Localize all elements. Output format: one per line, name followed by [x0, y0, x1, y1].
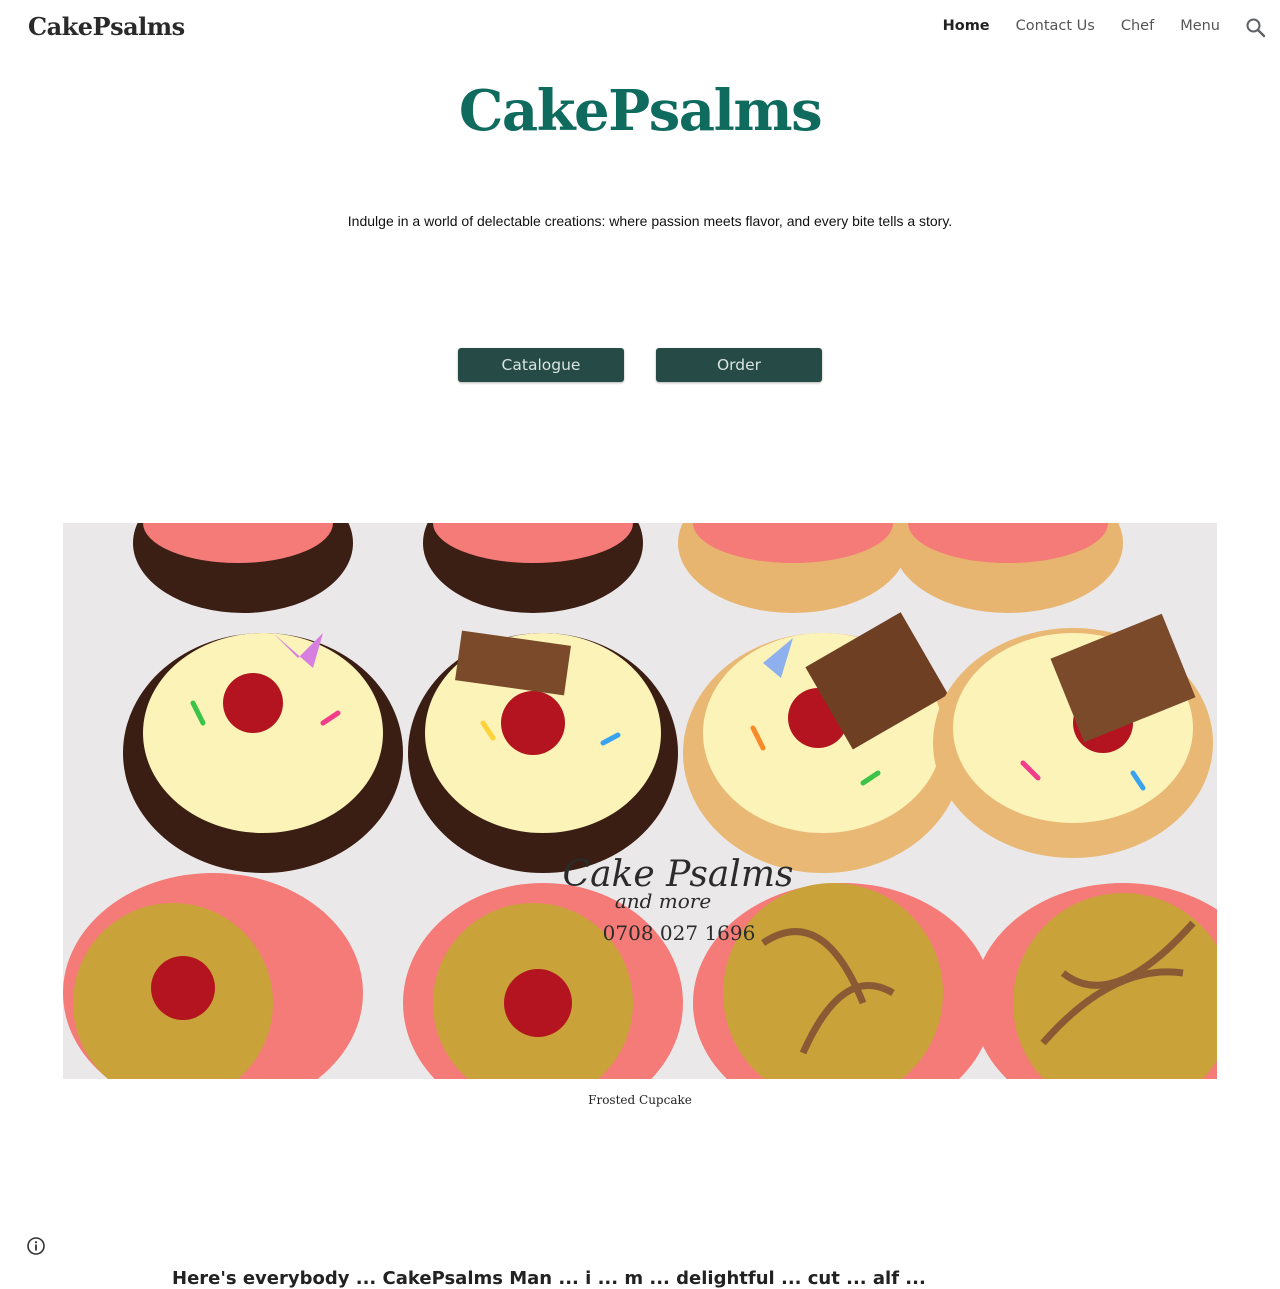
order-button[interactable]: Order — [656, 348, 822, 382]
site-name[interactable]: CakePsalms — [28, 12, 185, 41]
page-title: CakePsalms — [458, 78, 823, 144]
cupcake-illustration: Cake Psalms and more 0708 027 1696 — [63, 523, 1217, 1079]
top-app-bar: CakePsalms Home Contact Us Chef Menu — [0, 0, 1280, 56]
watermark-sub: and more — [615, 889, 711, 913]
catalogue-button[interactable]: Catalogue — [458, 348, 624, 382]
nav-chef[interactable]: Chef — [1121, 18, 1154, 34]
nav-home[interactable]: Home — [943, 18, 990, 34]
main-nav: Home Contact Us Chef Menu — [943, 18, 1220, 34]
search-icon[interactable] — [1244, 16, 1268, 40]
info-icon[interactable] — [26, 1236, 46, 1256]
nav-menu[interactable]: Menu — [1180, 18, 1220, 34]
image-caption: Frosted Cupcake — [588, 1093, 692, 1107]
hero-tagline: Indulge in a world of delectable creatio… — [347, 213, 953, 229]
watermark-phone: 0708 027 1696 — [603, 921, 756, 945]
nav-contact-us[interactable]: Contact Us — [1016, 18, 1095, 34]
cupcake-photo: Cake Psalms and more 0708 027 1696 — [63, 523, 1217, 1079]
intro-paragraph: Here's everybody ... CakePsalms Man ... … — [172, 1268, 926, 1289]
